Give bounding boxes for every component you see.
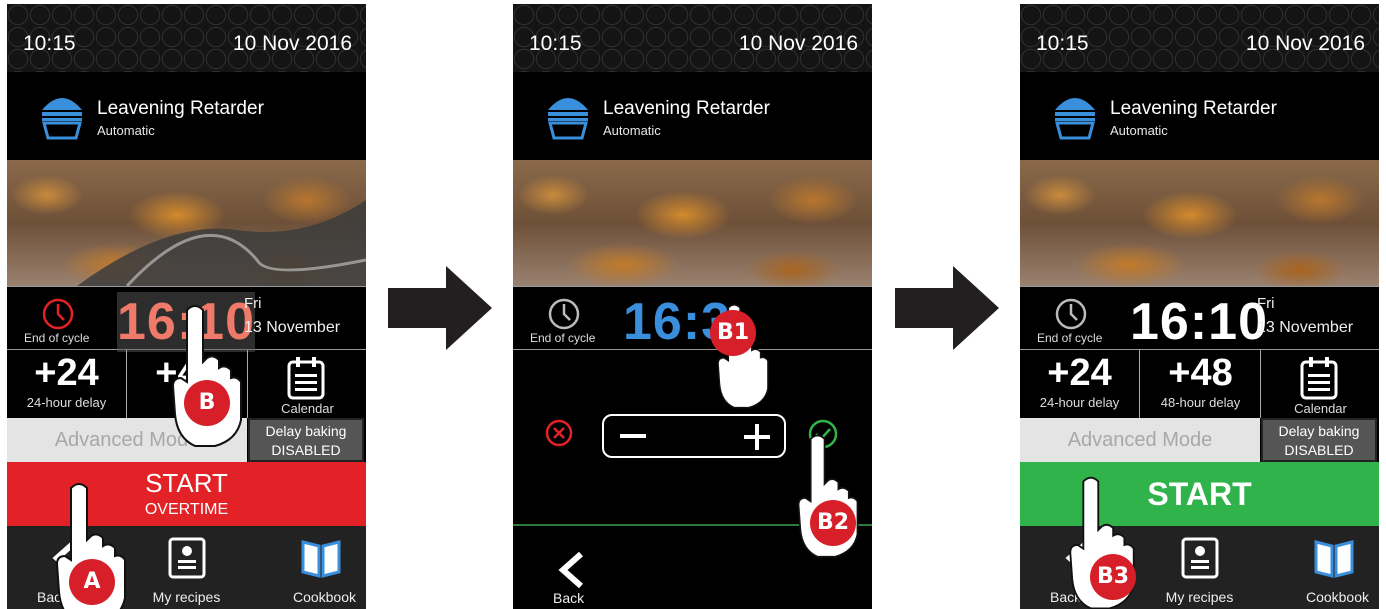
book-icon (301, 540, 341, 578)
step-b-badge: B (184, 380, 230, 426)
delay-24-label: 24-hour delay (26, 395, 107, 410)
product-photo (513, 160, 872, 286)
minus-icon[interactable] (618, 424, 648, 448)
cookbook-button[interactable]: Cookbook (247, 526, 366, 609)
program-header: Leavening Retarder Automatic (513, 72, 872, 160)
program-name: Leavening Retarder (97, 98, 264, 119)
delay-48-label: 48-hour delay (1160, 395, 1241, 410)
end-of-cycle-row[interactable]: End of cycle 16:3 (513, 286, 872, 351)
end-of-cycle-row[interactable]: End of cycle 16:10 Fri 13 November (1020, 286, 1379, 352)
delay-baking-value: DISABLED (1284, 442, 1354, 458)
program-mode: Automatic (603, 123, 661, 138)
clock-time: 10:15 (23, 32, 76, 55)
delay-24-button[interactable]: +24 24-hour delay (7, 350, 127, 418)
recipe-card-icon (168, 537, 206, 579)
delay-24-value: +24 (1047, 352, 1112, 394)
end-of-cycle-label: End of cycle (24, 331, 90, 345)
clock-icon (1055, 298, 1087, 330)
plus-icon[interactable] (742, 422, 772, 452)
book-icon (1314, 540, 1354, 578)
end-of-cycle-label: End of cycle (530, 331, 596, 345)
status-bar: 10:15 10 Nov 2016 (7, 4, 366, 72)
clock-icon (548, 298, 580, 330)
delay-baking-label: Delay baking (265, 423, 347, 439)
step-b2-badge: B2 (810, 500, 856, 546)
status-bar: 10:15 10 Nov 2016 (513, 4, 872, 72)
advanced-mode-button[interactable]: Advanced Mode (1020, 418, 1260, 462)
end-of-cycle-day: Fri (1257, 295, 1275, 312)
program-mode: Automatic (1110, 123, 1168, 138)
screen-step-a-b: 10:15 10 Nov 2016 Leavening Retarder Aut… (7, 4, 366, 609)
arrow-right-icon (895, 266, 999, 350)
calendar-label: Calendar (281, 401, 334, 416)
product-photo (7, 160, 366, 286)
oven-icon (42, 98, 82, 140)
screen-step-b3: 10:15 10 Nov 2016 Leavening Retarder Aut… (1020, 4, 1379, 609)
program-header: Leavening Retarder Automatic (1020, 72, 1379, 160)
clock-date: 10 Nov 2016 (738, 32, 858, 55)
cookbook-button[interactable]: Cookbook (1260, 526, 1379, 609)
arrow-right-icon (388, 266, 492, 350)
delay-24-button[interactable]: +24 24-hour delay (1020, 350, 1140, 418)
end-of-cycle-date: 13 November (244, 319, 341, 336)
cancel-icon[interactable] (545, 419, 573, 447)
program-mode: Automatic (97, 123, 155, 138)
cookbook-label: Cookbook (292, 589, 356, 605)
clock-time: 10:15 (1036, 32, 1089, 55)
screen-step-b1-b2: 10:15 10 Nov 2016 Leavening Retarder Aut… (513, 4, 872, 609)
delay-48-value: +48 (1168, 352, 1233, 394)
my-recipes-label: My recipes (1165, 589, 1234, 605)
smudge-effect (77, 200, 366, 286)
delay-48-button[interactable]: +48 48-hour delay (1141, 350, 1261, 418)
delay-24-label: 24-hour delay (1039, 395, 1120, 410)
back-label: Back (553, 590, 585, 606)
delay-baking-status[interactable]: Delay baking DISABLED (248, 418, 364, 462)
end-of-cycle-date: 13 November (1257, 319, 1354, 336)
end-of-cycle-time[interactable]: 16:10 (1130, 292, 1268, 352)
oven-icon (1055, 98, 1095, 140)
step-a-badge: A (69, 559, 115, 605)
delay-options: +24 24-hour delay +48 48-hour delay Cale… (1020, 350, 1379, 418)
calendar-label: Calendar (1294, 401, 1347, 416)
calendar-button[interactable]: Calendar (249, 350, 366, 418)
delay-24-value: +24 (34, 352, 99, 394)
time-stepper[interactable] (602, 414, 786, 458)
delay-baking-value: DISABLED (271, 442, 341, 458)
recipe-card-icon (1181, 537, 1219, 579)
clock-date: 10 Nov 2016 (1245, 32, 1365, 55)
program-name: Leavening Retarder (1110, 98, 1277, 119)
status-bar: 10:15 10 Nov 2016 (1020, 4, 1379, 72)
delay-baking-label: Delay baking (1278, 423, 1360, 439)
clock-date: 10 Nov 2016 (232, 32, 352, 55)
delay-baking-status[interactable]: Delay baking DISABLED (1261, 418, 1377, 462)
product-photo (1020, 160, 1379, 286)
clock-icon (42, 298, 74, 330)
program-name: Leavening Retarder (603, 98, 770, 119)
calendar-button[interactable]: Calendar (1262, 350, 1379, 418)
calendar-icon (287, 357, 325, 400)
my-recipes-label: My recipes (152, 589, 221, 605)
cookbook-label: Cookbook (1305, 589, 1369, 605)
program-header: Leavening Retarder Automatic (7, 72, 366, 160)
calendar-icon (1300, 357, 1338, 400)
hand-pointer-icon (171, 305, 242, 447)
clock-time: 10:15 (529, 32, 582, 55)
my-recipes-button[interactable]: My recipes (1140, 526, 1259, 609)
step-b1-badge: B1 (710, 310, 756, 356)
my-recipes-button[interactable]: My recipes (127, 526, 246, 609)
end-of-cycle-label: End of cycle (1037, 331, 1103, 345)
oven-icon (548, 98, 588, 140)
step-b3-badge: B3 (1090, 554, 1136, 600)
back-icon (558, 551, 583, 589)
